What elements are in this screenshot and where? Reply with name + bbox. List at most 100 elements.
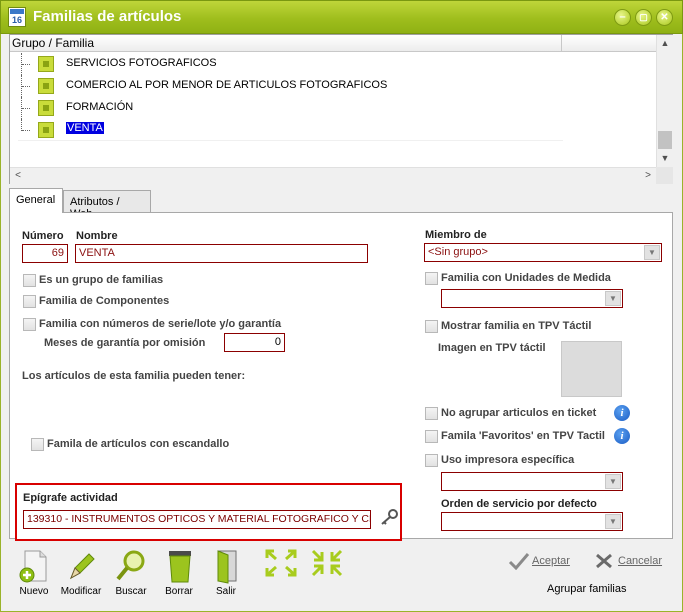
family-node-icon [38, 100, 54, 116]
nombre-field[interactable]: VENTA [75, 244, 368, 263]
aceptar-button[interactable]: Aceptar [508, 550, 578, 572]
scroll-down-icon[interactable]: ▼ [657, 150, 673, 166]
unidades-medida-select[interactable]: ▼ [441, 289, 623, 308]
articulos-pueden-tener-label: Los artículos de esta familia pueden ten… [22, 370, 246, 382]
componentes-checkbox[interactable] [23, 295, 36, 308]
grupo-familias-checkbox[interactable] [23, 274, 36, 287]
grupo-familias-label: Es un grupo de familias [39, 274, 164, 286]
numero-label: Número [22, 230, 64, 242]
tree-item-label: COMERCIO AL POR MENOR DE ARTICULOS FOTOG… [66, 79, 388, 91]
no-agrupar-checkbox[interactable] [425, 407, 438, 420]
scroll-thumb[interactable] [658, 131, 672, 149]
miembro-value: <Sin grupo> [428, 246, 488, 258]
unidades-medida-checkbox[interactable] [425, 272, 438, 285]
tpv-image-box[interactable] [561, 341, 622, 397]
family-node-icon [38, 78, 54, 94]
chevron-down-icon[interactable]: ▼ [644, 245, 660, 260]
tree-item[interactable]: COMERCIO AL POR MENOR DE ARTICULOS FOTOG… [18, 75, 563, 97]
chevron-down-icon[interactable]: ▼ [605, 474, 621, 489]
info-icon[interactable]: i [614, 428, 630, 444]
nuevo-label: Nuevo [19, 586, 49, 597]
epigrafe-field[interactable]: 139310 - INSTRUMENTOS OPTICOS Y MATERIAL… [23, 510, 371, 529]
impresora-checkbox[interactable] [425, 454, 438, 467]
modificar-label: Modificar [60, 586, 102, 597]
nuevo-button[interactable]: Nuevo [10, 548, 58, 600]
epigrafe-label: Epígrafe actividad [23, 492, 118, 504]
info-icon[interactable]: i [614, 405, 630, 421]
miembro-select[interactable]: <Sin grupo> ▼ [424, 243, 662, 262]
imagen-tpv-label: Imagen en TPV táctil [438, 342, 546, 354]
favoritos-label: Famila 'Favoritos' en TPV Tactil [441, 430, 605, 442]
impresora-label: Uso impresora específica [441, 454, 575, 466]
new-document-icon [19, 550, 47, 583]
tree-item-label: VENTA [66, 122, 104, 134]
chevron-down-icon[interactable]: ▼ [605, 514, 621, 529]
maximize-button[interactable]: ▢ [635, 9, 652, 26]
tree-item[interactable]: SERVICIOS FOTOGRAFICOS [18, 53, 563, 75]
cancel-x-icon [596, 553, 612, 569]
scroll-right-icon[interactable]: > [640, 168, 656, 184]
chevron-down-icon[interactable]: ▼ [605, 291, 621, 306]
scroll-up-icon[interactable]: ▲ [657, 35, 673, 51]
aceptar-label: Aceptar [532, 555, 570, 567]
agrupar-familias-button[interactable]: Agrupar familias [547, 583, 626, 595]
impresora-select[interactable]: ▼ [441, 472, 623, 491]
tab-atributos-web[interactable]: Atributos / Web [63, 190, 151, 220]
unidades-medida-label: Familia con Unidades de Medida [441, 272, 611, 284]
borrar-button[interactable]: Borrar [155, 548, 203, 600]
orden-servicio-label: Orden de servicio por defecto [441, 498, 597, 510]
scroll-left-icon[interactable]: < [10, 168, 26, 184]
mostrar-tpv-label: Mostrar familia en TPV Táctil [441, 320, 592, 332]
tree-column-header[interactable]: Grupo / Familia [10, 35, 656, 52]
mostrar-tpv-checkbox[interactable] [425, 320, 438, 333]
family-tree[interactable]: Grupo / Familia SERVICIOS FOTOGRAFICOS C… [9, 34, 673, 184]
modificar-button[interactable]: Modificar [57, 548, 105, 600]
buscar-label: Buscar [115, 586, 147, 597]
minimize-button[interactable]: – [614, 9, 631, 26]
cancelar-button[interactable]: Cancelar [594, 550, 664, 572]
expand-arrows-icon [265, 549, 297, 577]
nombre-label: Nombre [76, 230, 118, 242]
buscar-button[interactable]: Buscar [107, 548, 155, 600]
orden-servicio-select[interactable]: ▼ [441, 512, 623, 531]
tab-general[interactable]: General [9, 188, 63, 213]
meses-garantia-field[interactable]: 0 [224, 333, 285, 352]
tree-connector [22, 86, 30, 87]
horizontal-scrollbar[interactable]: < > [10, 167, 656, 184]
tree-item-label: FORMACIÓN [66, 101, 134, 113]
tree-item-label: SERVICIOS FOTOGRAFICOS [66, 57, 217, 69]
miembro-label: Miembro de [425, 229, 487, 241]
borrar-label: Borrar [165, 586, 193, 597]
numero-field[interactable]: 69 [22, 244, 68, 263]
salir-label: Salir [215, 586, 236, 597]
tree-connector [22, 64, 30, 65]
meses-garantia-label: Meses de garantía por omisión [44, 337, 206, 349]
tree-item[interactable]: FORMACIÓN [18, 97, 563, 119]
escandallo-checkbox[interactable] [31, 438, 44, 451]
family-node-icon [38, 122, 54, 138]
serie-lote-label: Familia con números de serie/lote y/o ga… [39, 318, 282, 330]
checkmark-icon [508, 553, 530, 570]
expand-button[interactable] [264, 548, 298, 578]
key-icon[interactable] [379, 508, 399, 526]
window-title: Familias de artículos [33, 8, 182, 25]
app-icon: 16 [8, 7, 26, 27]
favoritos-checkbox[interactable] [425, 430, 438, 443]
componentes-label: Familia de Componentes [39, 295, 170, 307]
trash-icon [169, 551, 191, 583]
magnifier-icon [116, 550, 145, 581]
escandallo-label: Famila de artículos con escandallo [47, 438, 230, 450]
pencil-icon [70, 553, 95, 580]
header-divider [561, 35, 562, 51]
tree-item-selected[interactable]: VENTA [18, 119, 563, 141]
vertical-scrollbar[interactable]: ▲ ▼ [656, 35, 673, 167]
serie-lote-checkbox[interactable] [23, 318, 36, 331]
scroll-corner [656, 167, 673, 184]
family-node-icon [38, 56, 54, 72]
no-agrupar-label: No agrupar articulos en ticket [441, 407, 597, 419]
tree-connector [22, 130, 30, 131]
collapse-button[interactable] [310, 548, 344, 578]
salir-button[interactable]: Salir [202, 548, 250, 600]
cancelar-label: Cancelar [618, 555, 663, 567]
close-button[interactable]: ✕ [656, 9, 673, 26]
